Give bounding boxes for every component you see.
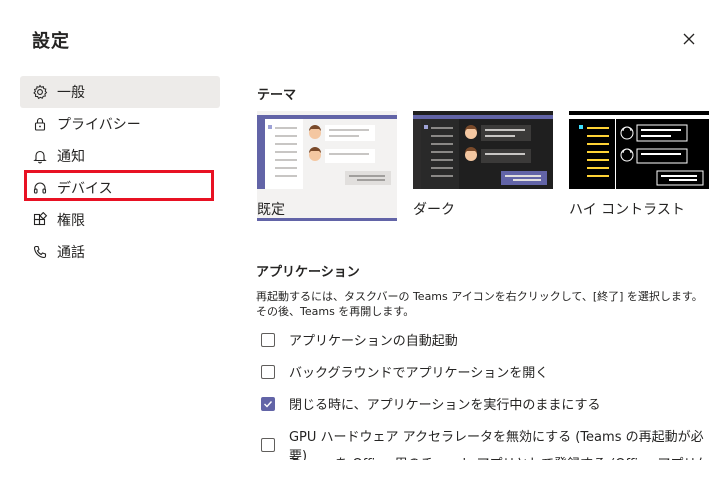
nav-item-label: 通話: [57, 245, 85, 261]
lock-icon: [31, 115, 49, 133]
nav-item-general[interactable]: 一般: [20, 76, 220, 108]
nav-item-calls[interactable]: 通話: [20, 236, 220, 268]
nav-item-label: プライバシー: [57, 117, 141, 133]
option-keep-running-on-close[interactable]: 閉じる時に、アプリケーションを実行中のままにする: [261, 394, 600, 413]
theme-option-default[interactable]: 既定: [257, 111, 397, 221]
theme-preview-default: [257, 111, 397, 189]
nav-item-label: デバイス: [57, 181, 113, 197]
checkmark-icon: [264, 400, 273, 408]
nav-item-permissions[interactable]: 権限: [20, 204, 220, 236]
nav-item-label: 一般: [57, 85, 85, 101]
theme-heading: テーマ: [257, 88, 297, 103]
checkbox[interactable]: [261, 332, 275, 347]
restart-description: 再起動するには、タスクバーの Teams アイコンを右クリックして、[終了] を…: [256, 290, 703, 318]
bottom-fade: [0, 460, 720, 500]
nav-item-notifications[interactable]: 通知: [20, 140, 220, 172]
headset-icon: [31, 179, 49, 197]
checkbox[interactable]: [261, 364, 275, 379]
settings-nav: 一般 プライバシー 通知 デバイス 権限 通話: [20, 76, 220, 268]
nav-item-label: 権限: [57, 213, 85, 229]
phone-icon: [31, 243, 49, 261]
theme-preview-high-contrast: [569, 111, 709, 189]
checkbox-checked[interactable]: [261, 396, 275, 411]
bell-icon: [31, 147, 49, 165]
selected-indicator: [257, 218, 397, 221]
theme-preview-dark: [413, 111, 553, 189]
option-auto-start[interactable]: アプリケーションの自動起動: [261, 330, 458, 349]
apps-icon: [31, 211, 49, 229]
theme-label: 既定: [257, 202, 285, 218]
nav-item-privacy[interactable]: プライバシー: [20, 108, 220, 140]
nav-item-label: 通知: [57, 149, 85, 165]
close-icon[interactable]: [679, 29, 699, 49]
option-label: アプリケーションの自動起動: [289, 334, 458, 349]
option-label: バックグラウンドでアプリケーションを開く: [289, 366, 549, 381]
option-label: 閉じる時に、アプリケーションを実行中のままにする: [289, 398, 601, 413]
dialog-title: 設定: [32, 31, 70, 52]
theme-option-dark[interactable]: ダーク: [413, 111, 553, 219]
gear-icon: [31, 83, 49, 101]
option-open-background[interactable]: バックグラウンドでアプリケーションを開く: [261, 362, 548, 381]
theme-label: ハイ コントラスト: [569, 202, 685, 218]
theme-label: ダーク: [413, 202, 455, 218]
theme-option-high-contrast[interactable]: ハイ コントラスト: [569, 111, 709, 219]
application-heading: アプリケーション: [256, 265, 360, 280]
nav-item-devices[interactable]: デバイス: [20, 172, 220, 204]
